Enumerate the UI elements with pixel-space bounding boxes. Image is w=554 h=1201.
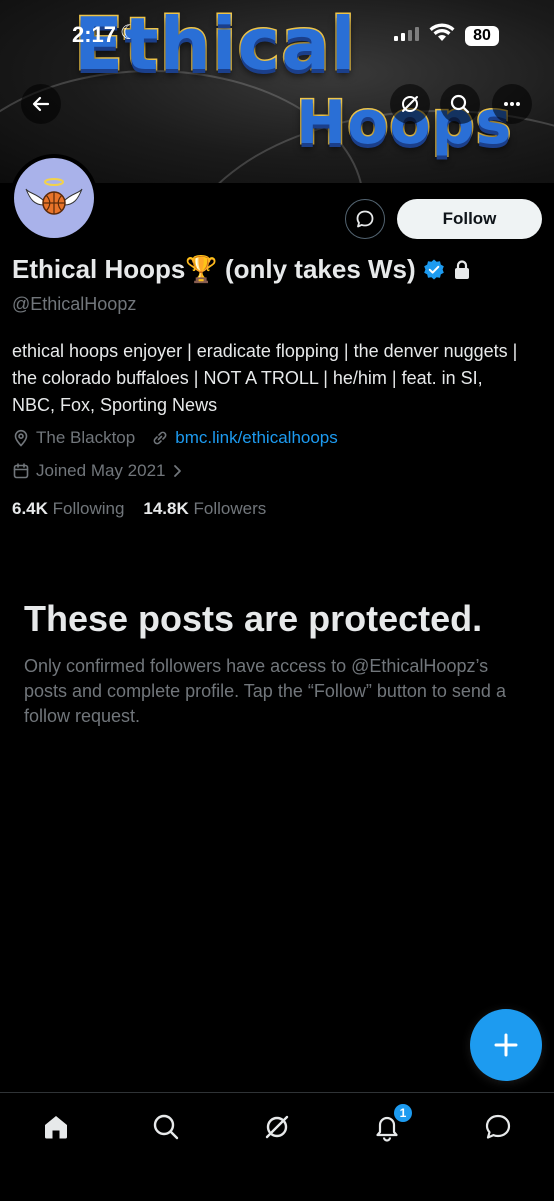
avatar-image: [14, 158, 94, 238]
grok-button[interactable]: [390, 84, 430, 124]
protected-title: These posts are protected.: [24, 598, 483, 639]
grok-icon: [402, 96, 418, 112]
profile-website-link[interactable]: bmc.link/ethicalhoops: [175, 428, 338, 448]
back-button[interactable]: [21, 84, 61, 124]
back-arrow-icon: [32, 96, 50, 112]
followers-label: Followers: [193, 499, 267, 518]
message-bubble-icon: [356, 210, 374, 228]
avatar[interactable]: [10, 154, 98, 242]
cellular-signal-icon: [394, 27, 419, 41]
grok-icon: [265, 1115, 289, 1139]
profile-bio: ethical hoops enjoyer | eradicate floppi…: [12, 341, 518, 415]
profile-joined-row[interactable]: Joined May 2021: [12, 461, 183, 481]
focus-moon-icon: ☾: [120, 22, 138, 44]
compose-button[interactable]: [470, 1009, 542, 1081]
profile-joined-date: Joined May 2021: [36, 461, 166, 480]
verified-badge-icon[interactable]: [422, 258, 446, 282]
calendar-icon: [13, 463, 29, 479]
nav-grok[interactable]: [259, 1109, 295, 1145]
winged-basketball-icon: [25, 178, 83, 215]
display-name-row: Ethical Hoops🏆 (only takes Ws): [12, 254, 472, 285]
wifi-icon: [429, 23, 455, 41]
more-icon: [504, 102, 520, 106]
protected-message: Only confirmed followers have access to …: [24, 656, 506, 726]
battery-indicator: 80: [465, 26, 499, 46]
chevron-right-icon: [174, 465, 182, 477]
location-pin-icon: [14, 429, 28, 447]
nav-home[interactable]: [38, 1109, 74, 1145]
search-icon: [153, 1114, 179, 1140]
display-name: Ethical Hoops🏆 (only takes Ws): [12, 254, 416, 284]
message-button[interactable]: [345, 199, 385, 239]
follow-button[interactable]: Follow: [397, 199, 542, 239]
profile-location: The Blacktop: [36, 428, 136, 447]
following-link[interactable]: 6.4K Following: [12, 499, 124, 518]
message-bubble-icon: [485, 1114, 511, 1139]
link-icon: [153, 431, 167, 445]
status-time: 2:17: [72, 22, 117, 47]
notifications-badge: 1: [394, 1104, 412, 1122]
search-button[interactable]: [440, 84, 480, 124]
followers-count: 14.8K: [143, 499, 189, 518]
user-handle: @EthicalHoopz: [12, 294, 137, 314]
status-bar: 2:17 ☾ 80: [0, 0, 554, 70]
following-count: 6.4K: [12, 499, 48, 518]
nav-search[interactable]: [148, 1109, 184, 1145]
followers-link[interactable]: 14.8K Followers: [143, 499, 266, 518]
bottom-nav: 1: [0, 1092, 554, 1201]
following-label: Following: [52, 499, 125, 518]
search-icon: [450, 94, 470, 114]
home-icon: [45, 1116, 67, 1139]
profile-meta-row: The Blacktop bmc.link/ethicalhoops: [12, 428, 338, 448]
follow-stats: 6.4K Following 14.8K Followers: [12, 499, 266, 519]
nav-messages[interactable]: [480, 1109, 516, 1145]
more-button[interactable]: [492, 84, 532, 124]
plus-icon: [494, 1033, 518, 1057]
lock-icon: [454, 259, 469, 279]
